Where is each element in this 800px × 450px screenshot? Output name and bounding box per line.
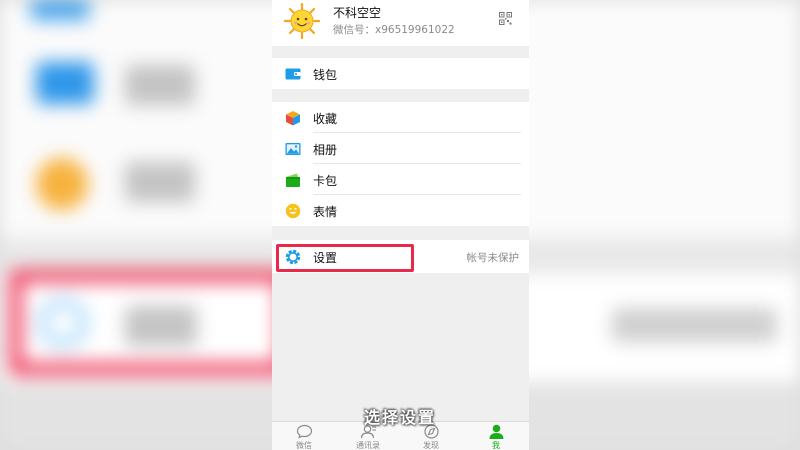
profile-name: 不科空空 — [333, 6, 382, 20]
cube-icon — [286, 111, 300, 126]
menu-item-wallet[interactable]: 钱包 — [272, 58, 529, 89]
favorites-label: 收藏 — [313, 112, 338, 126]
menu-item-cards[interactable]: 卡包 — [272, 164, 529, 195]
menu-item-favorites[interactable]: 收藏 — [272, 102, 529, 133]
smiley-icon — [285, 203, 301, 219]
phone-screen: 不科空空 微信号：x96519961022 钱包 收藏 相册 卡包 表情 设置 … — [272, 0, 529, 450]
video-caption: 选择设置 — [363, 408, 436, 427]
tab-label: 发现 — [423, 441, 439, 450]
photo-icon — [285, 143, 301, 155]
wechat-id: 微信号：x96519961022 — [333, 24, 455, 36]
menu-item-settings[interactable]: 设置 帐号未保护 — [272, 240, 529, 273]
card-wallet-icon — [286, 173, 300, 187]
profile-header[interactable]: 不科空空 微信号：x96519961022 — [272, 0, 529, 46]
qr-code-icon[interactable] — [499, 12, 512, 25]
cards-label: 卡包 — [313, 174, 338, 188]
wallet-label: 钱包 — [313, 68, 338, 82]
stickers-label: 表情 — [313, 205, 338, 219]
settings-status-note: 帐号未保护 — [466, 252, 520, 264]
menu-item-stickers[interactable]: 表情 — [272, 195, 529, 226]
tab-label: 通讯录 — [356, 441, 380, 450]
wallet-icon — [285, 68, 301, 80]
settings-highlight-box — [276, 244, 414, 272]
avatar[interactable] — [284, 3, 320, 39]
menu-item-album[interactable]: 相册 — [272, 133, 529, 164]
album-label: 相册 — [313, 143, 338, 157]
tab-label: 微信 — [296, 441, 312, 450]
tab-label: 我 — [492, 441, 500, 450]
